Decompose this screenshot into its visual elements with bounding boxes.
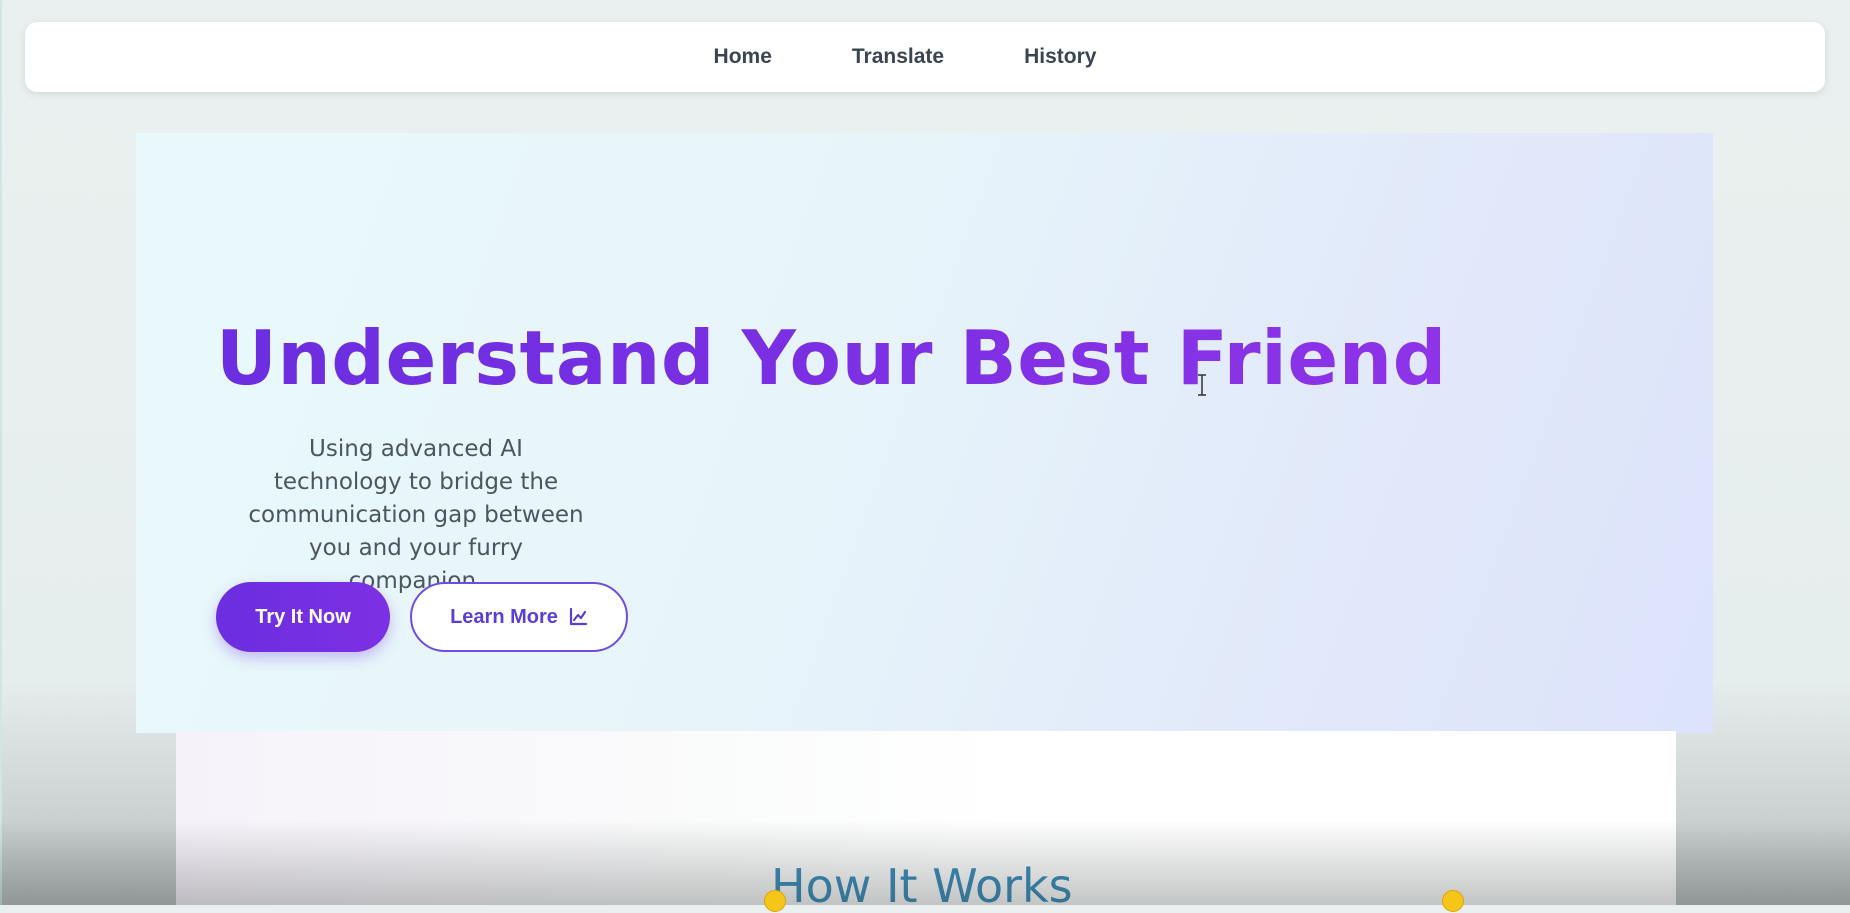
hero-section: Understand Your Best Friend Using advanc… xyxy=(136,133,1713,733)
nav-link-translate[interactable]: Translate xyxy=(852,45,944,69)
nav-link-history[interactable]: History xyxy=(1024,45,1096,69)
chart-line-icon xyxy=(568,607,588,627)
learn-more-label: Learn More xyxy=(450,605,558,628)
hero-subtitle: Using advanced AI technology to bridge t… xyxy=(248,436,584,594)
nav-link-home[interactable]: Home xyxy=(714,45,772,69)
learn-more-button[interactable]: Learn More xyxy=(410,582,628,652)
window-edge xyxy=(0,0,2,905)
try-it-now-button[interactable]: Try It Now xyxy=(216,582,390,652)
emoji-icon xyxy=(1442,890,1464,912)
top-navbar: Home Translate History xyxy=(25,22,1825,92)
how-it-works-section: How It Works xyxy=(176,731,1676,913)
nav-links: Home Translate History xyxy=(714,45,1097,69)
hero-title: Understand Your Best Friend xyxy=(216,314,1447,402)
emoji-icon xyxy=(764,890,786,912)
text-cursor-icon xyxy=(1198,374,1206,396)
